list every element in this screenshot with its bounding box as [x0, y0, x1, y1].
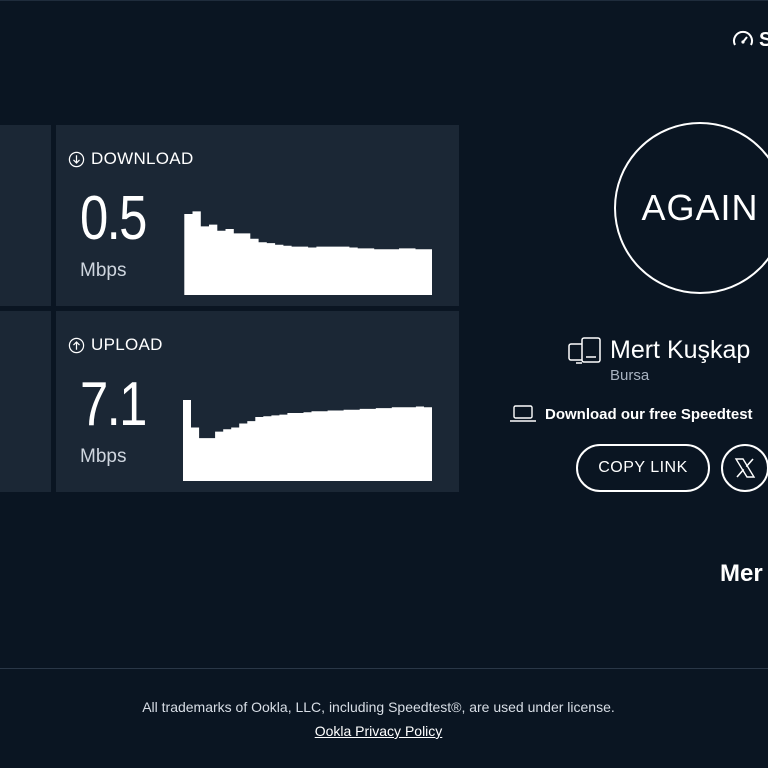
server-monitor-icon — [568, 337, 601, 364]
header-link[interactable]: S — [731, 28, 768, 52]
x-logo-icon — [734, 458, 756, 478]
upload-label-row: UPLOAD — [68, 335, 163, 355]
download-panel: DOWNLOAD 0.5 Mbps — [56, 125, 459, 306]
server-info[interactable]: Mert Kuşkap Bursa — [568, 336, 750, 384]
download-app-label: Download our free Speedtest — [545, 405, 753, 423]
server-name: Mert Kuşkap — [610, 336, 751, 364]
arrow-down-circle-icon — [68, 151, 85, 167]
server-location: Bursa — [610, 367, 650, 384]
download-graph-area — [176, 211, 432, 295]
header-label: S — [759, 28, 768, 51]
download-graph — [176, 211, 432, 295]
footer-trademark: All trademarks of Ookla, LLC, including … — [142, 699, 615, 715]
download-unit: Mbps — [80, 260, 127, 281]
footer-divider — [0, 668, 768, 669]
privacy-policy-link[interactable]: Ookla Privacy Policy — [315, 723, 443, 739]
download-label: DOWNLOAD — [91, 149, 194, 168]
upload-label: UPLOAD — [91, 335, 163, 354]
jitter-panel-partial — [0, 311, 51, 492]
upload-value: 7.1 — [80, 370, 147, 439]
upload-unit: Mbps — [80, 446, 127, 467]
arrow-up-circle-icon — [68, 337, 85, 353]
copy-link-button[interactable]: COPY LINK — [576, 444, 710, 492]
share-x-button[interactable] — [721, 444, 768, 492]
download-value: 0.5 — [80, 184, 147, 253]
upload-graph — [183, 400, 432, 481]
top-border — [0, 0, 768, 1]
again-button[interactable]: AGAIN — [614, 122, 768, 294]
speedometer-icon — [733, 30, 753, 46]
provider-name-partial: Mer — [720, 560, 763, 587]
download-label-row: DOWNLOAD — [68, 149, 194, 169]
upload-panel: UPLOAD 7.1 Mbps — [56, 311, 459, 492]
download-app-link[interactable]: Download our free Speedtest — [509, 405, 753, 423]
laptop-icon — [510, 405, 536, 422]
ping-panel-partial — [0, 125, 51, 306]
upload-graph-area — [183, 400, 432, 481]
